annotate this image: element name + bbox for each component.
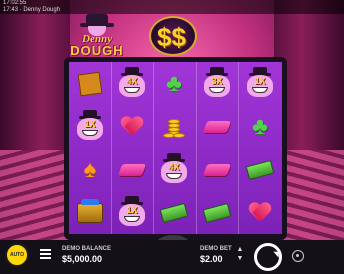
multiplier-label: 3X <box>211 75 223 86</box>
multiplier-label: 4X <box>168 161 180 172</box>
reel-cell: 3X <box>196 62 238 105</box>
reel-cell: 4X <box>111 62 153 105</box>
turbo-icon[interactable] <box>292 250 304 262</box>
treasure-chest-symbol <box>77 198 103 223</box>
dough-character-symbol: 4X <box>116 66 148 101</box>
reel-cell <box>196 105 238 148</box>
reel-cell <box>239 148 281 191</box>
dough-character-symbol: 1X <box>244 66 276 101</box>
menu-icon[interactable] <box>40 249 51 259</box>
box-symbol <box>77 71 103 96</box>
reel-cell: 4X <box>153 148 195 191</box>
coin-stack-symbol <box>162 115 186 139</box>
spade-symbol: ♠ <box>83 155 97 183</box>
chevron-down-icon[interactable]: ▼ <box>236 255 244 263</box>
heart-symbol <box>121 117 143 137</box>
balance-value: $5,000.00 <box>62 254 103 264</box>
balance-label: DEMO BALANCE <box>62 246 111 252</box>
dollar-medallion: $$ <box>145 14 201 60</box>
left-staircase <box>0 150 70 240</box>
multiplier-label: 1X <box>126 204 138 215</box>
status-time: 17:02:55 <box>3 0 27 6</box>
reel-cell: ♠ <box>69 148 111 191</box>
reel-cell <box>196 191 238 234</box>
status-bar: 17:02:55 17:43 · Denny Dough <box>0 0 344 14</box>
bet-value: $2.00 <box>200 254 223 264</box>
cash-stack-symbol <box>245 159 275 180</box>
club-symbol: ♣ <box>252 112 268 140</box>
game-logo: Denny DOUGH <box>64 14 130 58</box>
multiplier-label: 1X <box>254 75 266 86</box>
diamond-symbol <box>117 163 147 176</box>
dough-character-symbol: 1X <box>116 195 148 230</box>
reel-cell <box>111 105 153 148</box>
status-title: 17:43 · Denny Dough <box>3 7 61 13</box>
club-symbol: ♣ <box>166 69 182 97</box>
heart-symbol <box>249 203 271 223</box>
bet-label: DEMO BET <box>200 246 232 252</box>
reel-cell <box>69 191 111 234</box>
reel-cell <box>196 148 238 191</box>
diamond-symbol <box>202 120 232 133</box>
multiplier-label: 4X <box>126 75 138 86</box>
multiplier-label: 1X <box>84 118 96 129</box>
reel-cell <box>153 105 195 148</box>
reel-cell: 1X <box>239 62 281 105</box>
logo-line2: DOUGH <box>70 43 124 58</box>
spin-button[interactable] <box>254 243 282 271</box>
reel-cell <box>153 191 195 234</box>
reel-cell <box>111 148 153 191</box>
reel-cell: 1X <box>69 105 111 148</box>
reel-cell: ♣ <box>153 62 195 105</box>
dough-character-symbol: 4X <box>158 152 190 187</box>
reel-cell <box>239 191 281 234</box>
cash-stack-symbol <box>159 202 189 223</box>
autoplay-button[interactable]: AUTO <box>5 243 29 267</box>
diamond-symbol <box>202 163 232 176</box>
reel-cell <box>69 62 111 105</box>
medallion-symbol: $$ <box>157 22 186 52</box>
reel-cell: ♣ <box>239 105 281 148</box>
dough-character-symbol: 3X <box>201 66 233 101</box>
chevron-up-icon[interactable]: ▲ <box>236 246 244 254</box>
dough-character-symbol: 1X <box>74 109 106 144</box>
cash-stack-symbol <box>202 202 232 223</box>
reel-cell: 1X <box>111 191 153 234</box>
